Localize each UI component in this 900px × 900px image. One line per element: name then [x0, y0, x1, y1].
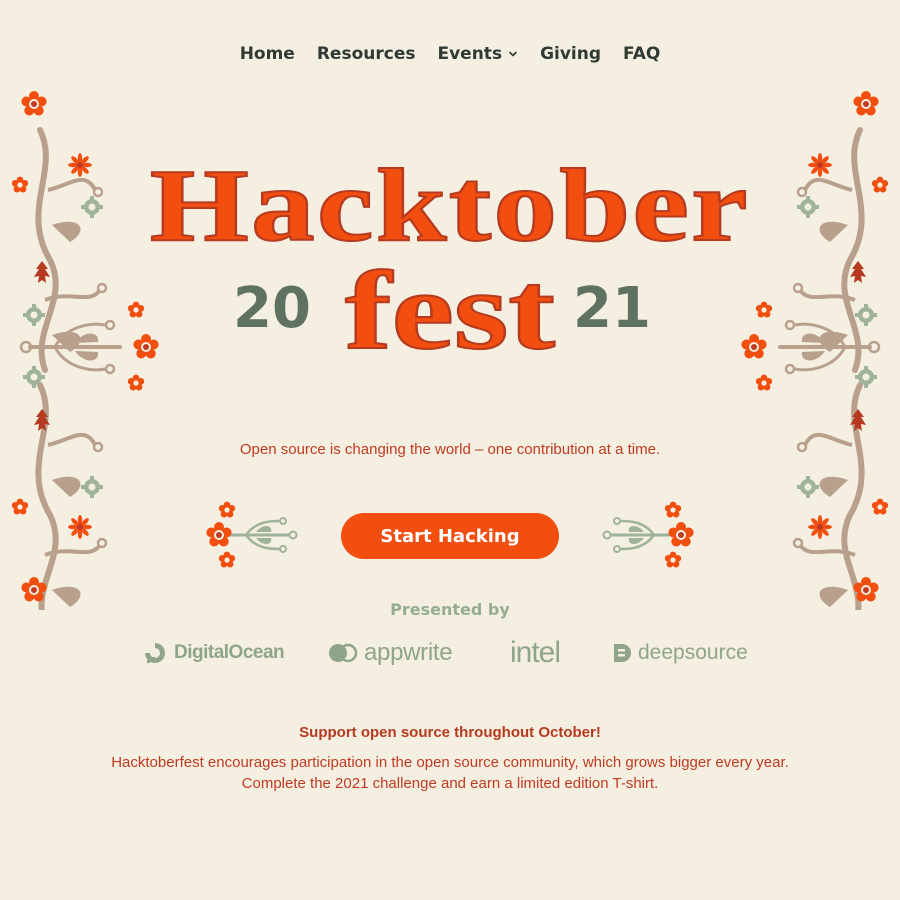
logo-year-left: 20 — [233, 276, 311, 341]
main-nav: Home Resources Events Giving FAQ — [0, 40, 900, 68]
logo-title-word1: Hacktober — [150, 148, 750, 263]
logo-title-word2: fest — [345, 249, 555, 373]
sponsor-appwrite[interactable]: appwrite — [328, 636, 453, 670]
appwrite-logo-icon — [329, 643, 358, 663]
cta-right-sprig — [602, 501, 694, 568]
hacktoberfest-logo: Hacktober 20 fest 21 — [149, 147, 750, 374]
sponsor-deepsource-name: deepsource — [638, 641, 748, 664]
sponsor-digitalocean-name: DigitalOcean — [174, 642, 285, 663]
nav-faq-label: FAQ — [623, 44, 661, 64]
nav-resources-label: Resources — [316, 44, 416, 64]
nav-events-label: Events — [437, 44, 503, 64]
digitalocean-logo-icon — [145, 643, 165, 663]
nav-resources[interactable]: Resources — [317, 44, 416, 64]
cta-left-sprig — [206, 501, 298, 568]
nav-home[interactable]: Home — [240, 44, 295, 64]
presented-by-heading: Presented by — [390, 600, 510, 619]
hero-tagline: Open source is changing the world – one … — [239, 441, 661, 458]
chevron-down-icon — [509, 51, 517, 57]
nav-faq[interactable]: FAQ — [623, 44, 660, 64]
sponsor-digitalocean[interactable]: DigitalOcean — [142, 636, 285, 670]
nav-giving[interactable]: Giving — [540, 44, 601, 64]
nav-home-label: Home — [239, 44, 295, 64]
sponsor-appwrite-name: appwrite — [364, 639, 453, 666]
sponsor-intel[interactable]: intel — [510, 636, 561, 670]
nav-events[interactable]: Events — [437, 44, 518, 64]
nav-giving-label: Giving — [540, 44, 602, 64]
sponsor-intel-name: intel — [510, 636, 561, 669]
deepsource-logo-icon — [614, 644, 631, 662]
sponsor-deepsource[interactable]: deepsource — [612, 636, 748, 670]
start-hacking-button[interactable]: Start Hacking — [341, 513, 559, 559]
support-heading: Support open source throughout October! — [299, 724, 601, 741]
logo-year-right: 21 — [573, 276, 651, 341]
support-body-text: Hacktoberfest encourages participation i… — [111, 754, 789, 792]
